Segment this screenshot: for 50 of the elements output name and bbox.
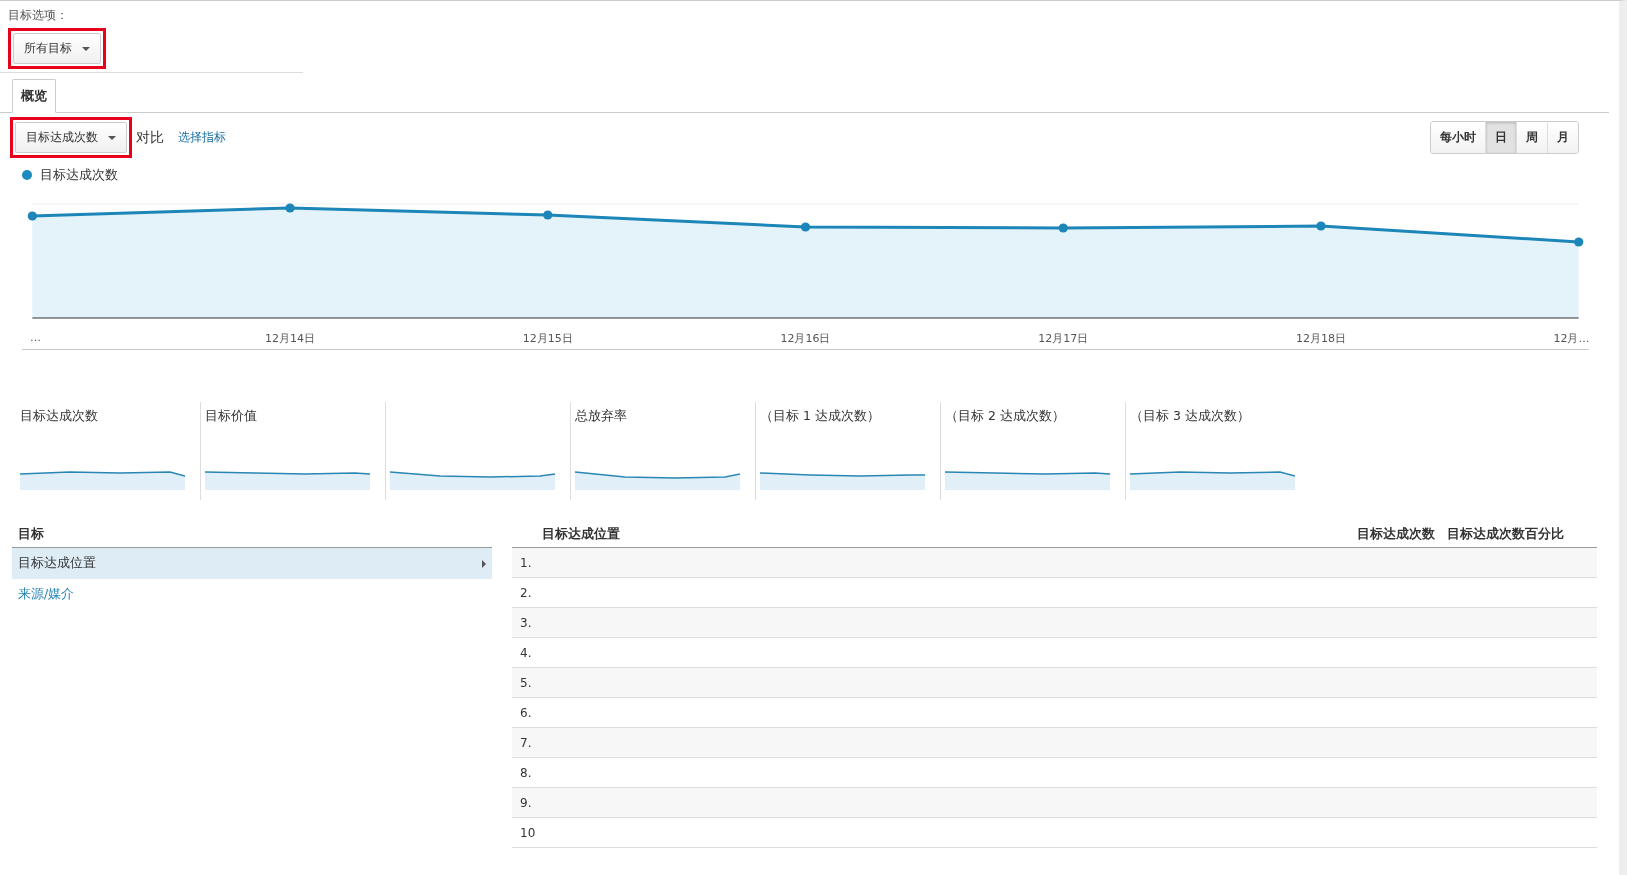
scorecard-label: 目标达成次数	[20, 408, 99, 425]
legend-dot	[22, 170, 32, 180]
row-number: 7.	[519, 735, 532, 750]
row-number: 10	[519, 825, 536, 840]
goal-dimension-item[interactable]: 目标达成位置	[12, 548, 492, 579]
x-axis-label: 12月17日	[1038, 331, 1089, 346]
caret-icon	[108, 135, 116, 140]
scorecard-label: 总放弃率	[575, 408, 628, 425]
select-metric-link[interactable]: 选择指标	[178, 129, 226, 146]
column-header: 目标达成次数百分比	[1447, 526, 1565, 543]
scorecard-label: 目标价值	[205, 408, 258, 425]
data-point	[543, 210, 553, 220]
row-number: 9.	[519, 795, 532, 810]
column-header: 目标达成次数	[1357, 526, 1436, 543]
data-point	[27, 211, 37, 221]
goal-dropdown[interactable]: 所有目标	[13, 33, 101, 64]
x-axis-label: …	[30, 331, 42, 344]
goal-options-label: 目标选项：	[8, 7, 69, 24]
data-point	[1058, 223, 1068, 233]
granularity-button[interactable]: 周	[1516, 122, 1547, 153]
row-number: 4.	[519, 645, 532, 660]
scorecard-label: （目标 3 达成次数）	[1130, 408, 1251, 425]
row-number: 8.	[519, 765, 532, 780]
data-point	[1574, 237, 1584, 247]
tab[interactable]: 概览	[12, 79, 56, 113]
row-number: 2.	[519, 585, 532, 600]
row-number: 3.	[519, 615, 532, 630]
granularity-button[interactable]: 日	[1485, 122, 1516, 153]
goal-dimension-item[interactable]: 来源/媒介	[12, 579, 492, 610]
triangle-icon	[482, 559, 486, 568]
x-axis-label: 12月18日	[1295, 331, 1346, 346]
x-axis-label: 12月15日	[522, 331, 573, 346]
scorecard-label: （目标 1 达成次数）	[760, 408, 881, 425]
legend-label: 目标达成次数	[40, 166, 118, 184]
scorecard-label: （目标 2 达成次数）	[945, 408, 1066, 425]
row-number: 5.	[519, 675, 532, 690]
x-axis-label: 12月16日	[780, 331, 831, 346]
versus-label: 对比	[136, 128, 164, 147]
caret-icon	[82, 46, 90, 51]
x-axis-label: 12月…	[1553, 331, 1590, 346]
row-number: 6.	[519, 705, 532, 720]
data-point	[1316, 221, 1326, 231]
metric-dropdown[interactable]: 目标达成次数	[15, 122, 127, 153]
granularity-button[interactable]: 月	[1547, 122, 1578, 153]
data-point	[285, 203, 295, 213]
row-number: 1.	[519, 555, 532, 570]
granularity-button[interactable]: 每小时	[1431, 122, 1485, 153]
x-axis-label: 12月14日	[265, 331, 316, 346]
column-header: 目标达成位置	[541, 526, 621, 543]
data-point	[800, 222, 811, 232]
